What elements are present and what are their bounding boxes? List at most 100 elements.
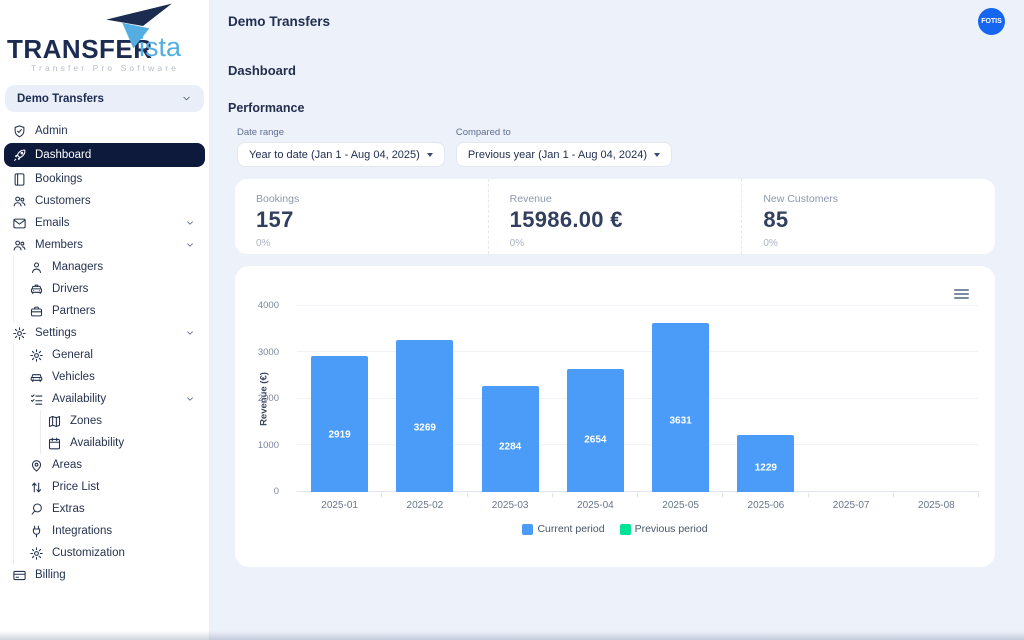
legend-item-previous-period[interactable]: Previous period xyxy=(620,523,708,535)
calendar-icon xyxy=(47,436,62,451)
shield-check-icon xyxy=(12,124,27,139)
sidebar-item-customization[interactable]: Customization xyxy=(0,542,209,564)
sidebar-item-availability[interactable]: Availability xyxy=(0,432,209,454)
sidebar-item-label: Extras xyxy=(52,503,85,515)
legend-marker xyxy=(620,524,631,535)
bar-2025-01[interactable]: 2919 xyxy=(311,356,368,492)
sidebar-item-dashboard[interactable]: Dashboard xyxy=(4,143,205,167)
y-tick-label: 4000 xyxy=(258,300,279,311)
date-range-value: Year to date (Jan 1 - Aug 04, 2025) xyxy=(249,149,420,161)
chart-menu-icon[interactable] xyxy=(954,289,969,301)
chevron-down-icon xyxy=(185,328,195,338)
sidebar-item-drivers[interactable]: Drivers xyxy=(0,278,209,300)
sidebar-item-emails[interactable]: Emails xyxy=(0,212,209,234)
metric-value: 157 xyxy=(256,207,488,233)
bar-2025-02[interactable]: 3269 xyxy=(396,340,453,492)
bar-slot: 2654 xyxy=(553,306,638,492)
metric-revenue: Revenue15986.00 €0% xyxy=(489,179,743,254)
user-avatar[interactable]: FOTIS xyxy=(978,8,1005,35)
chevron-down-icon xyxy=(185,240,195,250)
chart-y-axis: 01000200030004000 xyxy=(235,306,289,492)
date-range-label: Date range xyxy=(237,127,445,138)
chevron-down-icon xyxy=(185,218,195,228)
checklist-icon xyxy=(29,392,44,407)
x-tick-label: 2025-08 xyxy=(894,500,979,511)
workspace-select[interactable]: Demo Transfers xyxy=(5,85,204,112)
sidebar-item-availability[interactable]: Availability xyxy=(0,388,209,410)
revenue-chart-card: Revenue (€) 01000200030004000 2919326922… xyxy=(235,266,995,567)
sidebar-item-vehicles[interactable]: Vehicles xyxy=(0,366,209,388)
metric-delta: 0% xyxy=(510,238,742,249)
sidebar-item-partners[interactable]: Partners xyxy=(0,300,209,322)
sidebar-item-label: Price List xyxy=(52,481,99,493)
sidebar-item-settings[interactable]: Settings xyxy=(0,322,209,344)
x-tick-label: 2025-05 xyxy=(638,500,723,511)
chart-bars: 2919 3269 2284 2654 3631 1229 xyxy=(297,306,979,492)
taxi-icon xyxy=(29,282,44,297)
sidebar-item-extras[interactable]: Extras xyxy=(0,498,209,520)
y-tick-label: 1000 xyxy=(258,440,279,451)
bar-2025-04[interactable]: 2654 xyxy=(567,369,624,492)
credit-card-icon xyxy=(12,568,27,583)
caret-down-icon xyxy=(427,153,433,157)
date-range-filter: Date range Year to date (Jan 1 - Aug 04,… xyxy=(237,127,445,167)
legend-label: Current period xyxy=(537,523,604,535)
sidebar-item-label: Zones xyxy=(70,415,102,427)
map-icon xyxy=(47,414,62,429)
bar-slot: 3631 xyxy=(638,306,723,492)
sidebar-item-label: Areas xyxy=(52,459,82,471)
sidebar-item-members[interactable]: Members xyxy=(0,234,209,256)
sidebar-item-billing[interactable]: Billing xyxy=(0,564,209,586)
bar-slot xyxy=(894,306,979,492)
bar-value-label: 3269 xyxy=(396,423,453,434)
sidebar-item-label: Customers xyxy=(35,195,91,207)
bar-2025-03[interactable]: 2284 xyxy=(482,386,539,492)
sidebar-item-label: Dashboard xyxy=(35,149,91,161)
y-tick-label: 0 xyxy=(274,486,279,497)
bar-2025-05[interactable]: 3631 xyxy=(652,323,709,492)
gear-icon xyxy=(29,546,44,561)
sidebar-item-managers[interactable]: Managers xyxy=(0,256,209,278)
sidebar-item-price-list[interactable]: Price List xyxy=(0,476,209,498)
sidebar-item-customers[interactable]: Customers xyxy=(0,190,209,212)
sidebar-item-zones[interactable]: Zones xyxy=(0,410,209,432)
page-title: Demo Transfers xyxy=(228,14,330,29)
bar-slot xyxy=(809,306,894,492)
filters-row: Date range Year to date (Jan 1 - Aug 04,… xyxy=(237,127,1024,167)
bar-value-label: 2284 xyxy=(482,442,539,453)
compared-to-value: Previous year (Jan 1 - Aug 04, 2024) xyxy=(468,149,647,161)
legend-marker xyxy=(522,524,533,535)
caret-down-icon xyxy=(654,153,660,157)
sidebar-item-label: General xyxy=(52,349,93,361)
sidebar-item-label: Drivers xyxy=(52,283,88,295)
compared-to-select[interactable]: Previous year (Jan 1 - Aug 04, 2024) xyxy=(456,142,672,167)
logo-text-secondary: ista xyxy=(139,32,181,63)
compared-to-label: Compared to xyxy=(456,127,672,138)
sidebar-item-integrations[interactable]: Integrations xyxy=(0,520,209,542)
sidebar-item-label: Availability xyxy=(70,437,124,449)
chevron-down-icon xyxy=(185,394,195,404)
x-tick-label: 2025-04 xyxy=(553,500,638,511)
sidebar-item-label: Vehicles xyxy=(52,371,95,383)
sidebar-item-general[interactable]: General xyxy=(0,344,209,366)
bar-value-label: 1229 xyxy=(737,463,794,474)
x-tick-label: 2025-06 xyxy=(723,500,808,511)
bar-2025-06[interactable]: 1229 xyxy=(737,435,794,492)
sidebar-item-label: Managers xyxy=(52,261,103,273)
plug-icon xyxy=(29,524,44,539)
legend-item-current-period[interactable]: Current period xyxy=(522,523,604,535)
metric-label: Revenue xyxy=(510,193,742,205)
pin-icon xyxy=(29,458,44,473)
sidebar-item-admin[interactable]: Admin xyxy=(0,120,209,142)
chart-legend: Current period Previous period xyxy=(235,523,995,535)
sidebar-item-bookings[interactable]: Bookings xyxy=(0,168,209,190)
sidebar-item-label: Emails xyxy=(35,217,70,229)
x-tick-label: 2025-02 xyxy=(382,500,467,511)
metric-bookings: Bookings1570% xyxy=(235,179,489,254)
sidebar-item-areas[interactable]: Areas xyxy=(0,454,209,476)
date-range-select[interactable]: Year to date (Jan 1 - Aug 04, 2025) xyxy=(237,142,445,167)
sidebar-item-label: Billing xyxy=(35,569,66,581)
bar-slot: 1229 xyxy=(723,306,808,492)
metric-delta: 0% xyxy=(763,238,995,249)
metric-value: 85 xyxy=(763,207,995,233)
